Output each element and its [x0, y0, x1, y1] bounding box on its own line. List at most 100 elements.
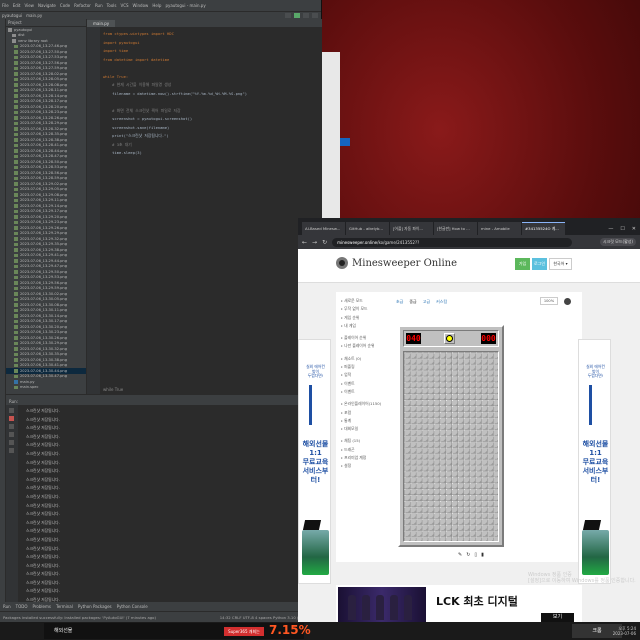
difficulty-tab[interactable]: 중급	[409, 299, 416, 305]
trash-icon[interactable]	[9, 448, 14, 453]
code-line[interactable]	[103, 99, 247, 108]
difficulty-tab[interactable]: 커스텀	[436, 299, 447, 305]
login-button[interactable]: 로그인	[532, 258, 547, 270]
editor-tab-main[interactable]: main.py	[87, 20, 116, 27]
code-line[interactable]: import pyautogui	[103, 40, 247, 49]
browser-tab[interactable]: #34135524O 게...	[522, 222, 565, 235]
menu-link[interactable]: 플레이어 순위	[341, 335, 381, 343]
menu-item[interactable]: Help	[152, 3, 161, 8]
run-icon[interactable]	[294, 13, 300, 18]
menu-item[interactable]: Window	[133, 3, 149, 8]
edit-icon[interactable]: ✎	[458, 552, 462, 558]
signup-button[interactable]: 가입	[515, 258, 530, 270]
code-line[interactable]: time.sleep(3)	[103, 150, 247, 159]
banner-button[interactable]: 보기	[541, 613, 574, 622]
search-icon[interactable]	[312, 13, 318, 18]
menu-link[interactable]: 업적	[341, 372, 381, 380]
right-ad[interactable]: 실외 에어컨 밖이 두렵다면! 해외선물 1:1 무료교육 서비스부터!	[578, 339, 611, 584]
menu-item[interactable]: pyautogui - main.py	[165, 3, 205, 8]
taskbar-clock[interactable]: 오후 5:24 2023-07-06	[613, 626, 636, 636]
code-line[interactable]: # 3초 대기	[103, 142, 247, 151]
print-icon[interactable]	[9, 440, 14, 445]
menu-link[interactable]: 드래곤	[341, 447, 381, 455]
menu-link[interactable]: 내 게임	[341, 323, 381, 331]
code-line[interactable]: while True:	[103, 74, 247, 83]
code-line[interactable]: from datetime import datetime	[103, 57, 247, 66]
url-field[interactable]: minesweeper.online/ko/game/2413552??	[332, 237, 573, 247]
minimize-icon[interactable]: —	[608, 226, 613, 232]
bottom-tab[interactable]: Terminal	[56, 604, 73, 609]
rerun-icon[interactable]	[9, 408, 14, 413]
browser-tab[interactable]: GitHub - aikelyb...	[346, 222, 389, 235]
code-line[interactable]	[103, 65, 247, 74]
code-line[interactable]: screenshot = pyautogui.screenshot()	[103, 116, 247, 125]
breadcrumb-file[interactable]: main.py	[26, 13, 42, 18]
menu-link[interactable]: 채소트 (0)	[341, 356, 381, 364]
browser-tab[interactable]: AI-Based Minesw...	[302, 222, 345, 235]
menu-link[interactable]: 이벤트	[341, 389, 381, 397]
taskbar-promo[interactable]: 해외선물 Super365 개최는 7.15%	[44, 623, 311, 639]
code-line[interactable]: import time	[103, 48, 247, 57]
wrap-icon[interactable]	[9, 432, 14, 437]
settings-gear-icon[interactable]	[564, 298, 571, 305]
menu-item[interactable]: Tools	[107, 3, 117, 8]
code-editor[interactable]: main.py from ctypes.wintypes import HDC i…	[87, 19, 322, 394]
menu-link[interactable]: 나만 플레이어 순위	[341, 343, 381, 351]
smiley-face-button[interactable]	[444, 333, 455, 344]
site-logo[interactable]: Minesweeper Online	[336, 257, 457, 269]
fullscreen-icon[interactable]: ▮	[481, 552, 484, 558]
menu-item[interactable]: Run	[95, 3, 103, 8]
code-line[interactable]: screenshot.save(filename)	[103, 125, 247, 134]
code-line[interactable]: # 현재 시간을 이용해 파일명 생성	[103, 82, 247, 91]
menu-link[interactable]: 채팅 (15)	[341, 438, 381, 446]
code-line[interactable]: filename = datetime.now().strftime("%Y-%…	[103, 91, 247, 100]
menu-link[interactable]: 대회모일	[341, 426, 381, 434]
restart-icon[interactable]: ↻	[466, 552, 470, 558]
menu-item[interactable]: VCS	[120, 3, 128, 8]
difficulty-tab[interactable]: 초급	[396, 299, 403, 305]
breadcrumb-project[interactable]: pyautogui	[2, 13, 22, 18]
tree-item[interactable]: main.spec	[6, 385, 86, 391]
language-select[interactable]: 한국어 ▾	[549, 258, 572, 270]
menu-link[interactable]: 퍼즐링	[341, 364, 381, 372]
left-ad[interactable]: 실외 에어컨 밖이 두렵다면! 해외선물 1:1 무료교육 서비스부터!	[298, 339, 331, 584]
zoom-select[interactable]: 100%	[540, 297, 558, 305]
menu-item[interactable]: Navigate	[38, 3, 56, 8]
menu-item[interactable]: Code	[60, 3, 70, 8]
menu-link[interactable]: 온라인플레이어(1150)	[341, 401, 381, 409]
menu-item[interactable]: File	[2, 3, 9, 8]
menu-link[interactable]: 통계	[341, 418, 381, 426]
code-line[interactable]: print("스크린샷 저장됨니다.")	[103, 133, 247, 142]
reload-icon[interactable]: ↻	[322, 239, 327, 246]
run-config-select[interactable]	[285, 13, 291, 18]
pause-icon[interactable]	[9, 424, 14, 429]
mode-icon[interactable]: ▯	[474, 552, 477, 558]
bottom-tab[interactable]: TODO	[16, 604, 28, 609]
menu-item[interactable]: View	[24, 3, 34, 8]
browser-tab[interactable]: [어플] 자동 파이...	[390, 222, 433, 235]
bottom-tab[interactable]: Python Packages	[78, 604, 112, 609]
maximize-icon[interactable]: ☐	[620, 226, 624, 232]
code-line[interactable]: from ctypes.wintypes import HDC	[103, 31, 247, 40]
menu-link[interactable]: 게임 순위	[341, 315, 381, 323]
code-line[interactable]: # 화면 전체 스크린샷 찍어 파일로 저장	[103, 108, 247, 117]
menu-link[interactable]: 새로운 모드	[341, 298, 381, 306]
project-header[interactable]: Project	[6, 19, 86, 27]
bottom-tab[interactable]: Python Console	[117, 604, 148, 609]
bottom-tab[interactable]: Problems	[33, 604, 51, 609]
menu-link[interactable]: 프리미엄 계정	[341, 455, 381, 463]
stop-icon[interactable]	[9, 416, 14, 421]
bottom-banner-ad[interactable]: LCK 최초 디지털 보기	[336, 585, 582, 622]
mine-grid[interactable]	[403, 351, 499, 542]
back-icon[interactable]: ←	[302, 239, 307, 246]
browser-tab[interactable]: mine - Amobile	[478, 222, 521, 235]
menu-link[interactable]: 포럼	[341, 410, 381, 418]
menu-link[interactable]: 설정	[341, 463, 381, 471]
menu-link[interactable]: 무작 없이 모드	[341, 306, 381, 314]
bottom-tab[interactable]: Run	[3, 604, 11, 609]
menu-item[interactable]: Refactor	[74, 3, 91, 8]
difficulty-tab[interactable]: 고급	[423, 299, 430, 305]
forward-icon[interactable]: →	[312, 239, 317, 246]
menu-item[interactable]: Edit	[13, 3, 21, 8]
code-lines[interactable]: from ctypes.wintypes import HDC import py…	[103, 31, 247, 159]
